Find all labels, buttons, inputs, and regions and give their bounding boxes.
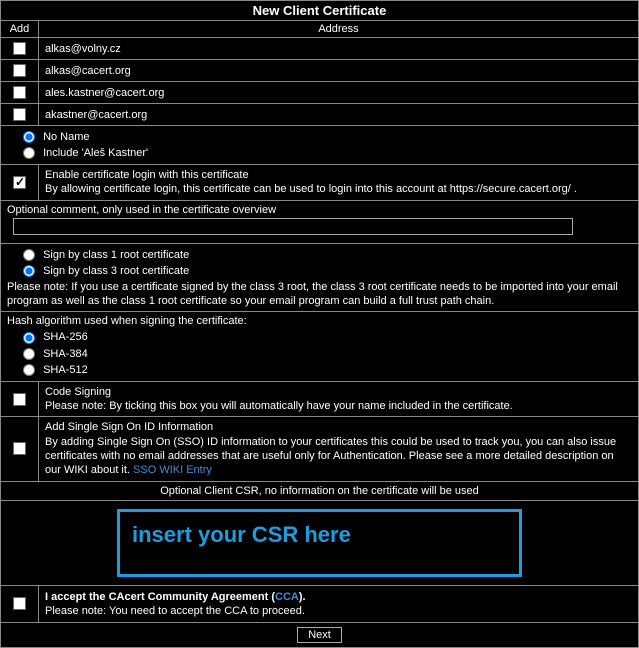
email-address-2: ales.kastner@cacert.org (39, 82, 638, 103)
sso-row: Add Single Sign On ID Information By add… (1, 417, 638, 481)
class3-radio[interactable] (23, 265, 35, 277)
sha512-option[interactable]: SHA-512 (23, 364, 88, 376)
code-signing-checkbox[interactable] (13, 393, 26, 406)
sign-root-section: Sign by class 1 root certificate Sign by… (1, 244, 638, 313)
email-row: alkas@volny.cz (1, 38, 638, 60)
code-signing-title: Code Signing (45, 385, 632, 399)
next-button[interactable]: Next (297, 627, 342, 643)
sha384-label: SHA-384 (43, 348, 88, 360)
sso-body-wrap: By adding Single Sign On (SSO) ID inform… (45, 435, 632, 478)
next-wrap: Next (1, 623, 638, 647)
email-row: akastner@cacert.org (1, 104, 638, 126)
no-name-label: No Name (43, 131, 89, 143)
email-address-1: alkas@cacert.org (39, 60, 638, 81)
include-name-radio[interactable] (23, 147, 35, 159)
sso-title: Add Single Sign On ID Information (45, 420, 632, 434)
column-headers: Add Address (1, 21, 638, 38)
optional-comment-label: Optional comment, only used in the certi… (7, 204, 632, 216)
optional-comment-input[interactable] (13, 218, 573, 235)
email-address-3: akastner@cacert.org (39, 104, 638, 125)
accept-suffix: ). (299, 591, 306, 603)
accept-text: I accept the CAcert Community Agreement … (45, 590, 632, 604)
header-address: Address (39, 21, 638, 37)
code-signing-note: Please note: By ticking this box you wil… (45, 399, 632, 413)
email-checkbox-2[interactable] (13, 86, 26, 99)
accept-prefix: I accept the CAcert Community Agreement … (45, 591, 275, 603)
optional-comment-section: Optional comment, only used in the certi… (1, 201, 638, 244)
class1-label: Sign by class 1 root certificate (43, 249, 189, 261)
email-row: alkas@cacert.org (1, 60, 638, 82)
email-checkbox-1[interactable] (13, 64, 26, 77)
sha384-option[interactable]: SHA-384 (23, 348, 88, 360)
class1-option[interactable]: Sign by class 1 root certificate (23, 249, 189, 261)
accept-row: I accept the CAcert Community Agreement … (1, 586, 638, 624)
sha512-radio[interactable] (23, 364, 35, 376)
sso-checkbox[interactable] (13, 442, 26, 455)
csr-textarea[interactable] (117, 509, 522, 577)
class3-option[interactable]: Sign by class 3 root certificate (23, 265, 189, 277)
form-title: New Client Certificate (1, 1, 638, 21)
header-add: Add (1, 21, 39, 37)
accept-note: Please note: You need to accept the CCA … (45, 604, 632, 618)
class3-label: Sign by class 3 root certificate (43, 265, 189, 277)
accept-checkbox[interactable] (13, 597, 26, 610)
code-signing-row: Code Signing Please note: By ticking thi… (1, 382, 638, 418)
email-row: ales.kastner@cacert.org (1, 82, 638, 104)
no-name-option[interactable]: No Name (23, 131, 90, 143)
csr-wrap (1, 501, 638, 586)
hash-section: Hash algorithm used when signing the cer… (1, 312, 638, 381)
include-name-label: Include 'Aleš Kastner' (43, 147, 148, 159)
sha384-radio[interactable] (23, 348, 35, 360)
certificate-form: New Client Certificate Add Address alkas… (0, 0, 639, 648)
sha512-label: SHA-512 (43, 364, 88, 376)
enable-login-checkbox[interactable] (13, 176, 26, 189)
include-name-option[interactable]: Include 'Aleš Kastner' (23, 147, 148, 159)
sha256-label: SHA-256 (43, 331, 88, 343)
email-checkbox-0[interactable] (13, 42, 26, 55)
sso-wiki-link[interactable]: SSO WIKI Entry (133, 464, 212, 476)
hash-label: Hash algorithm used when signing the cer… (7, 315, 632, 329)
no-name-radio[interactable] (23, 131, 35, 143)
sso-body: By adding Single Sign On (SSO) ID inform… (45, 436, 616, 477)
sha256-radio[interactable] (23, 332, 35, 344)
class3-note: Please note: If you use a certificate si… (7, 279, 632, 309)
enable-login-title: Enable certificate login with this certi… (45, 168, 632, 182)
name-options: No Name Include 'Aleš Kastner' (1, 126, 638, 165)
csr-header: Optional Client CSR, no information on t… (1, 482, 638, 501)
email-address-0: alkas@volny.cz (39, 38, 638, 59)
sha256-option[interactable]: SHA-256 (23, 331, 88, 343)
enable-login-note: By allowing certificate login, this cert… (45, 182, 632, 196)
enable-login-row: Enable certificate login with this certi… (1, 165, 638, 201)
cca-link[interactable]: CCA (275, 591, 299, 603)
class1-radio[interactable] (23, 249, 35, 261)
email-checkbox-3[interactable] (13, 108, 26, 121)
